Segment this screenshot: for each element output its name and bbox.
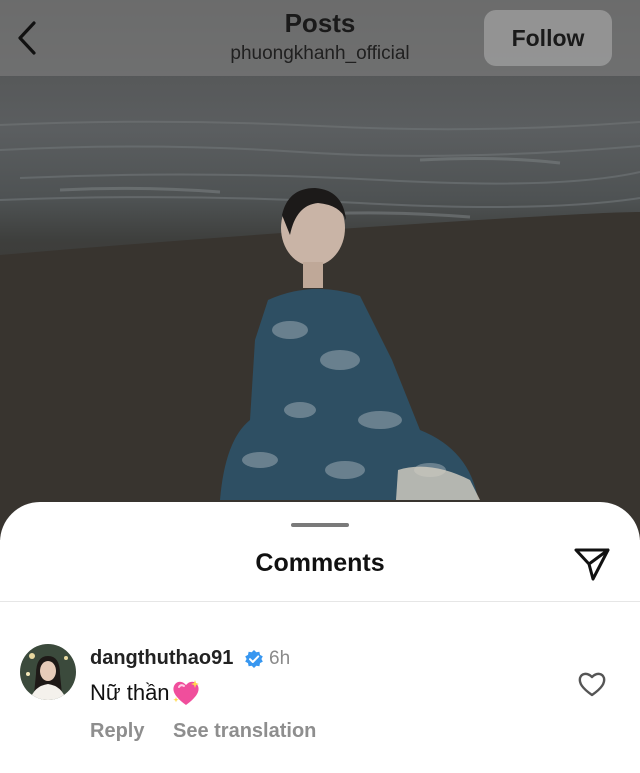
sheet-drag-handle[interactable] <box>291 523 349 527</box>
follow-button[interactable]: Follow <box>484 10 612 66</box>
share-button[interactable] <box>570 542 614 586</box>
comments-sheet: Comments dangthuthao91 6h Nữ thần Reply … <box>0 502 640 773</box>
comments-title: Comments <box>255 549 385 577</box>
divider <box>0 601 640 602</box>
like-comment-button[interactable] <box>576 668 608 700</box>
verified-badge-icon <box>245 650 263 668</box>
heart-outline-icon <box>578 672 606 697</box>
sparkling-heart-icon <box>172 680 199 705</box>
comment-timestamp: 6h <box>269 648 291 669</box>
comment-username[interactable]: dangthuthao91 <box>90 647 233 670</box>
reply-button[interactable]: Reply <box>90 720 144 743</box>
comment-text: Nữ thần <box>90 680 170 705</box>
see-translation-button[interactable]: See translation <box>173 720 316 743</box>
post-photo <box>0 0 640 540</box>
top-navigation-bar: Posts phuongkhanh_official Follow <box>0 0 640 76</box>
paper-plane-icon <box>574 548 610 581</box>
comment-body: Nữ thần <box>90 679 201 707</box>
avatar[interactable] <box>20 644 76 700</box>
